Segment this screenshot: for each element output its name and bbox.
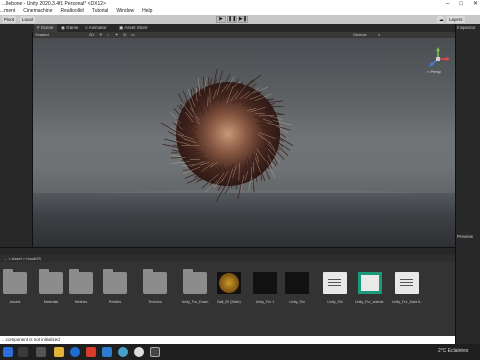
folder-icon	[103, 269, 127, 294]
word-icon[interactable]	[102, 347, 112, 357]
asset-item[interactable]: Unity_Fur_Exam	[180, 269, 210, 304]
asset-grid: Assets Materials Meshes Prefabs Textures Unit…	[0, 262, 455, 344]
taskbar: 2°C Eclairées	[0, 344, 480, 360]
asset-item[interactable]: Textures	[140, 269, 170, 304]
close-button[interactable]: ✕	[473, 0, 478, 8]
maximize-button[interactable]: □	[459, 0, 463, 8]
tab-scene[interactable]: # Scene	[34, 24, 57, 32]
local-toggle[interactable]: Local	[20, 16, 35, 23]
explorer-icon[interactable]	[54, 347, 64, 357]
start-icon[interactable]	[3, 347, 13, 357]
projection-label[interactable]: < Persp	[427, 69, 441, 74]
asset-item[interactable]: Materials	[36, 269, 66, 304]
asset-label: Textures	[148, 300, 162, 304]
search-icon[interactable]	[18, 347, 28, 357]
asset-item[interactable]: Prefabs	[100, 269, 130, 304]
asset-item[interactable]: Ball_02 (Mate)	[214, 272, 244, 304]
pivot-toggle[interactable]: Pivot	[2, 16, 17, 23]
mesh-thumbnail-icon	[253, 272, 277, 294]
material-thumbnail-icon	[217, 272, 241, 294]
asset-item[interactable]: Unity_Fur_Data 6...	[392, 272, 422, 304]
asset-label: Materials	[43, 300, 59, 304]
status-message[interactable]: ...component is not initialized	[2, 337, 60, 342]
folder-icon	[3, 269, 27, 294]
animator-graph-icon	[358, 272, 382, 294]
asset-label: Prefabs	[108, 300, 122, 304]
unity-icon[interactable]	[150, 347, 160, 357]
step-button[interactable]: ▶❚	[238, 16, 248, 23]
folder-icon	[39, 269, 63, 294]
menu-cinemachine[interactable]: Cinemachine	[23, 8, 52, 15]
asset-label: Unity_Fur_Exam	[181, 300, 209, 304]
chrome-icon[interactable]	[134, 347, 144, 357]
layers-dropdown[interactable]: Layers	[447, 16, 465, 23]
folder-icon	[69, 269, 93, 294]
menu-window[interactable]: Window	[116, 8, 134, 15]
minimize-button[interactable]: –	[446, 0, 449, 8]
store-icon: ▣	[119, 25, 124, 30]
breadcrumb[interactable]: ... > Asset > hoodOS	[4, 255, 41, 262]
fur-ball-object[interactable]	[33, 38, 455, 247]
project-path-bar: ... > Asset > hoodOS	[0, 255, 455, 262]
asset-label: Meshes	[74, 300, 88, 304]
pause-button[interactable]: ❚❚	[227, 16, 237, 23]
script-file-icon	[323, 272, 347, 294]
status-bar: ...component is not initialized	[0, 336, 455, 344]
script-file-icon	[395, 272, 419, 294]
asset-label: Unity_Fur_Data 6...	[392, 300, 422, 304]
inspector-tab[interactable]: Inspector	[457, 24, 476, 32]
asset-item[interactable]: Unity_Shi	[282, 272, 312, 304]
asset-label: Assets	[9, 300, 21, 304]
asset-label: Unity_Fur 1	[255, 300, 275, 304]
cortana-icon[interactable]	[118, 347, 128, 357]
main-toolbar: Pivot Local ▶ ❚❚ ▶❚ ☁ Layers	[0, 15, 480, 24]
menu-realtoolkit[interactable]: Realtoolkit	[60, 8, 83, 15]
menu-help[interactable]: Help	[142, 8, 152, 15]
opera-icon[interactable]	[86, 347, 96, 357]
menu-component[interactable]: ...ment	[0, 8, 15, 15]
asset-item[interactable]: Meshes	[66, 269, 96, 304]
tab-game[interactable]: ◉ Game	[58, 24, 81, 32]
scene-icon: #	[37, 25, 40, 30]
system-tray[interactable]: 2°C Eclairées	[438, 348, 468, 354]
asset-label: Unity_Shi	[327, 300, 343, 304]
inspector-panel: Inspector Preview	[455, 24, 480, 344]
editor-tab-row: # Scene ◉ Game ≡ Animator ▣ Asset Store	[0, 24, 480, 32]
asset-item[interactable]: Unity_Fur 1	[250, 272, 280, 304]
mesh-thumbnail-icon	[285, 272, 309, 294]
folder-icon	[183, 269, 207, 294]
taskview-icon[interactable]	[36, 347, 46, 357]
asset-label: Unity_Fur_animat...	[355, 300, 385, 304]
animator-icon: ≡	[85, 25, 88, 30]
window-controls: – □ ✕	[446, 0, 478, 8]
window-title: ...llebone - Unity 2020.3.4f1 Personal* …	[2, 1, 106, 7]
menu-bar: ...ment Cinemachine Realtoolkit Tutorial…	[0, 8, 480, 15]
asset-item[interactable]: Assets	[0, 269, 30, 304]
cloud-icon[interactable]: ☁	[437, 16, 444, 23]
play-button[interactable]: ▶	[216, 16, 226, 23]
hierarchy-panel[interactable]	[0, 32, 33, 247]
project-tab-row	[0, 247, 455, 255]
tab-animator[interactable]: ≡ Animator	[82, 24, 110, 32]
tab-asset-store[interactable]: ▣ Asset Store	[116, 24, 151, 32]
play-controls: ▶ ❚❚ ▶❚	[216, 16, 248, 23]
asset-label: Unity_Shi	[289, 300, 305, 304]
menu-tutorial[interactable]: Tutorial	[92, 8, 109, 15]
asset-item[interactable]: Unity_Shi	[320, 272, 350, 304]
title-bar: ...llebone - Unity 2020.3.4f1 Personal* …	[0, 0, 480, 8]
edge-icon[interactable]	[70, 347, 80, 357]
game-icon: ◉	[61, 25, 65, 30]
asset-label: Ball_02 (Mate)	[217, 300, 241, 304]
preview-tab[interactable]: Preview	[457, 233, 473, 241]
scene-viewport[interactable]: < Persp	[33, 38, 455, 247]
folder-icon	[143, 269, 167, 294]
asset-item[interactable]: Unity_Fur_animat...	[355, 272, 385, 304]
